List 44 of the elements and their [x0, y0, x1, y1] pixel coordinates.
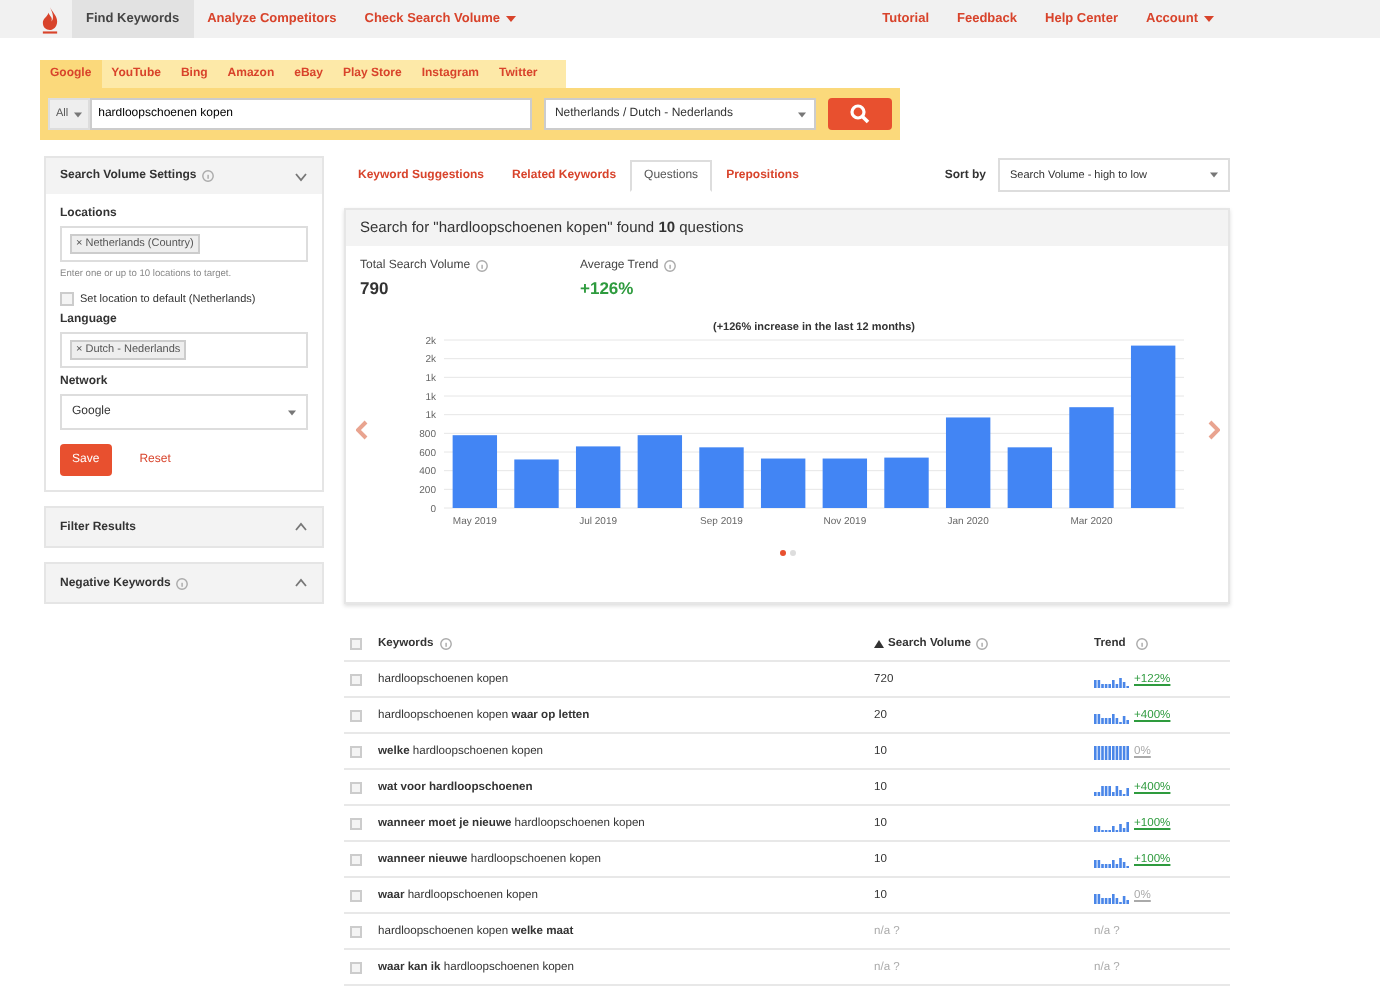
checkbox[interactable]: [60, 292, 74, 306]
chart-bar: [1068, 407, 1113, 508]
page-dot[interactable]: [779, 550, 785, 556]
chart-bar: [944, 417, 990, 508]
checkbox[interactable]: [350, 637, 362, 649]
chevron-icon[interactable]: [294, 171, 308, 181]
chart-bar: [636, 435, 682, 508]
chevron-icon[interactable]: [294, 578, 308, 588]
page-dot[interactable]: [789, 550, 795, 556]
info-icon: [439, 637, 452, 649]
chart-bar: [821, 458, 867, 508]
search-icon: [850, 104, 871, 124]
info-icon: [476, 260, 489, 272]
chart-bar: [698, 447, 743, 508]
sort-icon[interactable]: [874, 639, 884, 647]
info-icon: [202, 170, 215, 182]
info-icon: [1135, 637, 1148, 649]
info-icon: [664, 260, 677, 272]
chart-bar: [513, 459, 558, 508]
checkbox[interactable]: [350, 781, 362, 793]
checkbox[interactable]: [350, 709, 362, 721]
info-icon: [976, 637, 989, 649]
checkbox[interactable]: [350, 853, 362, 865]
chart-bar: [574, 446, 620, 508]
chevron-icon[interactable]: [294, 522, 308, 532]
checkbox[interactable]: [350, 673, 362, 685]
checkbox[interactable]: [350, 961, 362, 973]
checkbox[interactable]: [350, 817, 362, 829]
chart-bar: [1006, 447, 1052, 508]
caret-icon: [74, 111, 83, 117]
search-button[interactable]: [828, 98, 892, 130]
checkbox[interactable]: [350, 745, 362, 757]
caret-icon: [798, 111, 807, 117]
sparkline-icon: [1094, 743, 1130, 759]
checkbox[interactable]: [350, 925, 362, 937]
checkbox[interactable]: [350, 889, 362, 901]
caret-icon: [1210, 172, 1218, 178]
caret-icon: [288, 409, 296, 415]
total-volume: 790: [360, 278, 391, 298]
chart-bar: [759, 458, 805, 508]
info-icon: [176, 577, 189, 589]
average-trend: +126%: [580, 278, 636, 298]
chart-bar: [451, 435, 497, 508]
chart-bar: [883, 457, 928, 508]
